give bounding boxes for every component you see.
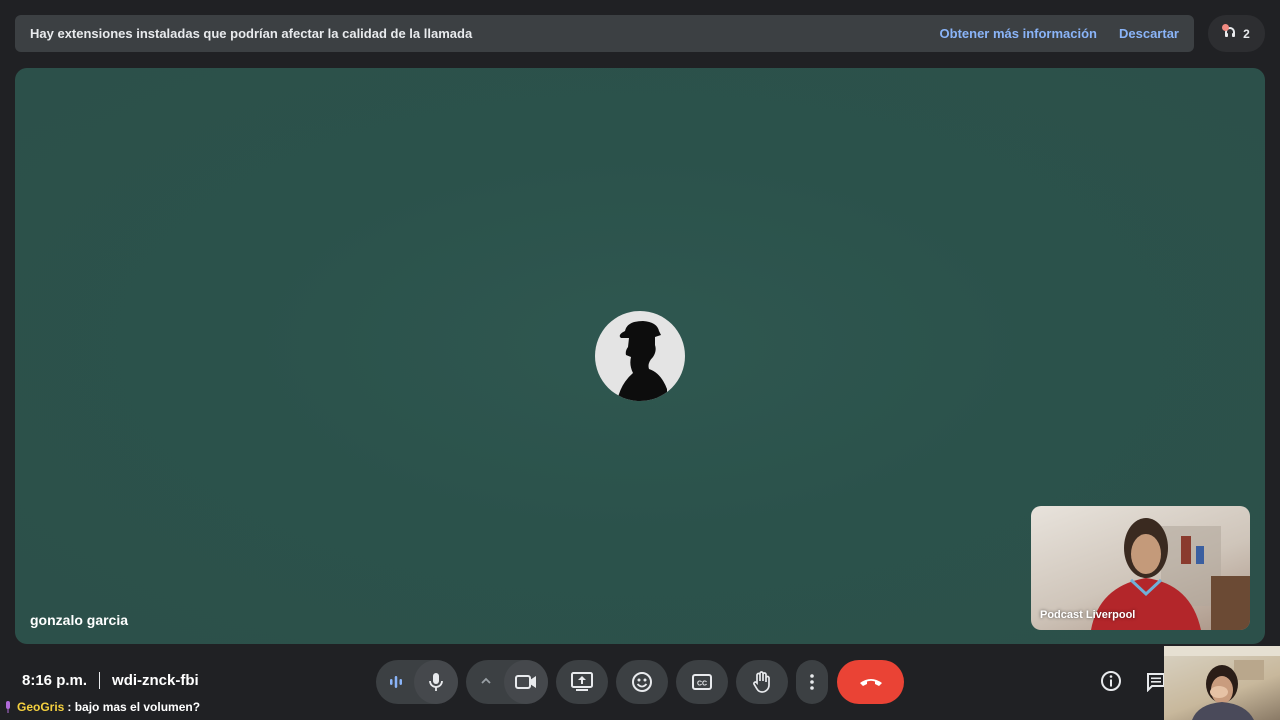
self-video-tile[interactable]: Podcast Liverpool: [1031, 506, 1250, 630]
microphone-control-group: [376, 660, 458, 704]
notification-dot: [1222, 24, 1229, 31]
more-options-icon: [810, 674, 814, 690]
camera-button[interactable]: [504, 660, 548, 704]
meeting-code: wdi-znck-fbi: [112, 672, 199, 689]
hang-up-icon: [859, 679, 882, 686]
meeting-time: 8:16 p.m.: [22, 672, 88, 689]
streamer-webcam-overlay: [1164, 646, 1280, 720]
reactions-button[interactable]: [616, 660, 668, 704]
camera-options-button[interactable]: [480, 675, 492, 687]
info-icon: [1101, 671, 1121, 691]
mic-badge-icon: [6, 701, 10, 713]
leave-call-button[interactable]: [837, 660, 904, 704]
chat-button[interactable]: [1146, 672, 1166, 697]
svg-text:CC: CC: [697, 681, 707, 688]
captions-icon: CC: [692, 674, 712, 690]
meeting-info-button[interactable]: [1100, 670, 1122, 697]
present-screen-icon: [571, 672, 593, 691]
learn-more-link[interactable]: Obtener más información: [940, 26, 1097, 41]
microphone-button[interactable]: [414, 660, 458, 704]
extensions-warning-banner: Hay extensiones instaladas que podrían a…: [15, 15, 1194, 52]
more-options-button[interactable]: [796, 660, 828, 704]
chat-text: : bajo mas el volumen?: [67, 700, 201, 714]
camera-icon: [515, 675, 536, 689]
emoji-icon: [632, 672, 652, 692]
participant-count: 2: [1243, 26, 1250, 41]
camera-control-group: [466, 660, 548, 704]
self-name-label: Podcast Liverpool: [1040, 609, 1136, 621]
captions-button[interactable]: CC: [676, 660, 728, 704]
meeting-details: 8:16 p.m. wdi-znck-fbi: [22, 672, 199, 689]
participants-button[interactable]: 2: [1208, 15, 1265, 52]
raise-hand-button[interactable]: [736, 660, 788, 704]
chat-username: GeoGris: [17, 700, 65, 714]
chat-overlay-message: GeoGris : bajo mas el volumen?: [5, 700, 200, 714]
dismiss-link[interactable]: Descartar: [1119, 26, 1179, 41]
chevron-up-icon: [481, 677, 491, 684]
present-screen-button[interactable]: [556, 660, 608, 704]
banner-message: Hay extensiones instaladas que podrían a…: [30, 26, 473, 41]
participant-name: gonzalo garcia: [30, 612, 129, 628]
raise-hand-icon: [753, 671, 770, 693]
divider: [99, 672, 101, 689]
participant-avatar: [595, 311, 685, 401]
chat-icon: [1147, 673, 1165, 693]
speaking-indicator-icon: [389, 674, 403, 690]
microphone-icon: [429, 673, 443, 691]
